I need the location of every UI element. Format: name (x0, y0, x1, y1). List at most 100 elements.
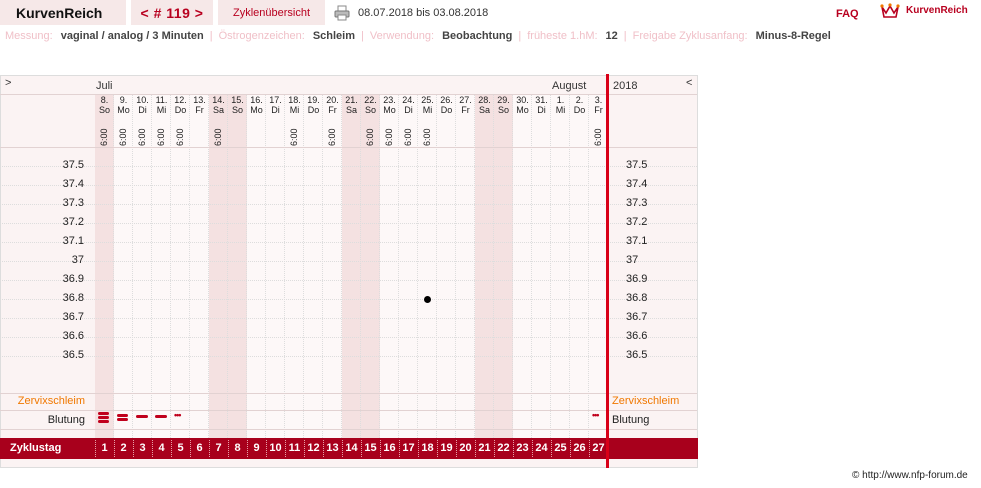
expand-right-arrow[interactable]: < (686, 77, 692, 89)
bleeding-mark[interactable] (98, 412, 109, 415)
cycle-day-number: 17 (402, 442, 415, 454)
day-column[interactable]: 24. Di 6:00 (399, 94, 418, 438)
measure-time: 6:00 (289, 128, 299, 146)
y-tick-label-right: 37.4 (626, 178, 648, 190)
cycle-day-number: 15 (364, 442, 377, 454)
bleeding-mark[interactable] (117, 414, 128, 417)
day-weekday: Mi (289, 105, 300, 115)
day-date: 26. (440, 95, 453, 105)
day-column[interactable]: 12. Do 6:00 (171, 94, 190, 438)
day-weekday: Mo (250, 105, 263, 115)
cervix-row-label-right: Zervixschleim (612, 395, 680, 407)
grid-line (0, 299, 697, 300)
bleeding-mark[interactable] (98, 416, 109, 419)
day-date: 16. (250, 95, 263, 105)
crown-logo-icon[interactable] (880, 3, 900, 19)
cycle-day-number: 3 (139, 442, 146, 454)
day-column[interactable]: 14. Sa 6:00 (209, 94, 228, 438)
day-weekday: Di (138, 105, 147, 115)
day-header: 19. Do (304, 94, 323, 146)
day-column[interactable]: 10. Di 6:00 (133, 94, 152, 438)
usage-value: Beobachtung (442, 30, 513, 42)
cycle-overview-tab[interactable]: Zyklenübersicht (218, 0, 325, 25)
day-column[interactable]: 25. Mi 6:00 (418, 94, 437, 438)
estrogen-value: Schleim (312, 30, 355, 42)
day-column[interactable]: 2. Do (570, 94, 589, 438)
day-date: 24. (402, 95, 415, 105)
logo-text[interactable]: KurvenReich (906, 5, 968, 16)
temperature-point[interactable] (424, 295, 431, 303)
cycle-day-number: 16 (383, 442, 396, 454)
day-date: 21. (345, 95, 358, 105)
day-column[interactable]: 13. Fr (190, 94, 209, 438)
day-weekday: Fr (328, 105, 337, 115)
bleeding-mark[interactable] (98, 420, 109, 423)
header-bar: KurvenReich < # 119 > Zyklenübersicht 08… (0, 0, 981, 26)
day-weekday: So (231, 105, 243, 115)
cycle-date-range: 08.07.2018 bis 03.08.2018 (358, 7, 489, 19)
prev-cycle-button[interactable]: < (141, 5, 150, 21)
day-column[interactable]: 9. Mo 6:00 (114, 94, 133, 438)
printer-icon[interactable] (334, 5, 350, 21)
day-date: 28. (478, 95, 491, 105)
measure-time: 6:00 (137, 128, 147, 146)
day-column[interactable]: 31. Di (532, 94, 551, 438)
year-label: 2018 (613, 80, 638, 92)
bleeding-mark[interactable] (117, 418, 128, 421)
bleeding-row-label: Blutung (47, 414, 85, 426)
day-weekday: Fr (195, 105, 204, 115)
day-column[interactable]: 22. So 6:00 (361, 94, 380, 438)
cycle-day-number: 8 (234, 442, 241, 454)
day-column[interactable]: 8. So 6:00 (95, 94, 114, 438)
day-columns: 8. So 6:00 9. Mo 6:00 10. Di 6:00 11. Mi 6:00 12. Do 6… (95, 94, 608, 438)
day-column[interactable]: 30. Mo (513, 94, 532, 438)
day-column[interactable]: 19. Do (304, 94, 323, 438)
day-column[interactable]: 15. So (228, 94, 247, 438)
day-date: 14. (212, 95, 225, 105)
day-column[interactable]: 23. Mo 6:00 (380, 94, 399, 438)
measure-time: 6:00 (403, 128, 413, 146)
day-column[interactable]: 27. Fr (456, 94, 475, 438)
next-cycle-button[interactable]: > (195, 5, 204, 21)
grid-line (0, 94, 697, 95)
day-column[interactable]: 11. Mi 6:00 (152, 94, 171, 438)
cycle-day-number: 21 (478, 442, 491, 454)
bleeding-mark[interactable]: ••• (592, 410, 600, 420)
cycle-settings-bar: Messung: vaginal / analog / 3 Minuten | Öst… (5, 30, 831, 42)
day-header: 1. Mi (551, 94, 570, 146)
day-column[interactable]: 20. Fr 6:00 (323, 94, 342, 438)
day-column[interactable]: 21. Sa (342, 94, 361, 438)
y-tick-label: 36.9 (62, 273, 84, 285)
grid-line (0, 242, 697, 243)
day-column[interactable]: 18. Mi 6:00 (285, 94, 304, 438)
measure-label: Messung: (5, 30, 53, 42)
measure-time: 6:00 (327, 128, 337, 146)
today-divider (606, 74, 609, 468)
day-column[interactable]: 28. Sa (475, 94, 494, 438)
cycle-number: # 119 (153, 4, 191, 21)
day-date: 13. (193, 95, 206, 105)
day-column[interactable]: 26. Do (437, 94, 456, 438)
cycle-day-number: 13 (326, 442, 339, 454)
day-date: 18. (288, 95, 301, 105)
y-tick-label: 36.5 (62, 349, 84, 361)
day-date: 8. (100, 95, 109, 105)
day-column[interactable]: 17. Di (266, 94, 285, 438)
day-header: 2. Do (570, 94, 589, 146)
brand-title[interactable]: KurvenReich (0, 0, 126, 25)
faq-link[interactable]: FAQ (836, 8, 859, 20)
day-column[interactable]: 16. Mo (247, 94, 266, 438)
cycle-day-number: 5 (177, 442, 184, 454)
day-column[interactable]: 29. So (494, 94, 513, 438)
grid-line (0, 185, 697, 186)
bleeding-mark[interactable] (136, 415, 148, 418)
day-date: 17. (269, 95, 282, 105)
expand-left-arrow[interactable]: > (5, 77, 11, 89)
y-tick-label: 37.4 (62, 178, 84, 190)
bleeding-mark[interactable] (155, 415, 167, 418)
bleeding-mark[interactable]: ••• (174, 410, 182, 420)
cycle-day-number: 19 (440, 442, 453, 454)
cycle-day-number: 11 (288, 442, 301, 454)
day-header: 16. Mo (247, 94, 266, 146)
day-column[interactable]: 1. Mi (551, 94, 570, 438)
